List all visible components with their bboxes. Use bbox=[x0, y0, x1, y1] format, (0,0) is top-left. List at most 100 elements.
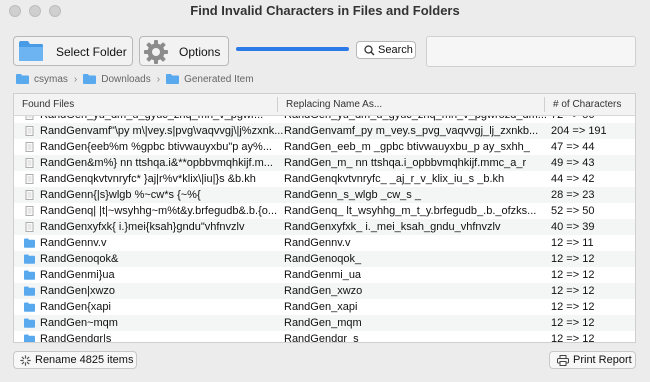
progress-slider bbox=[236, 47, 349, 51]
char-count-cell: 40 => 39 bbox=[551, 221, 595, 233]
spinner-icon bbox=[20, 355, 31, 366]
breadcrumb-label: csymas bbox=[34, 73, 68, 85]
replace-name-cell: RandGennv.v bbox=[284, 237, 351, 249]
table-row[interactable]: RandGenoqok& RandGenoqok_ 12 => 12 bbox=[14, 251, 635, 267]
folder-icon bbox=[24, 334, 35, 342]
table-row[interactable]: RandGen{eeb%m %gpbc btivwauyxbu"p ay%...… bbox=[14, 139, 635, 155]
table-row[interactable]: RandGen_yu_dm_u_gyuc_zhq_mn_v_pgwr...Ran… bbox=[14, 116, 635, 123]
column-header-replace[interactable]: Replacing Name As... bbox=[286, 99, 382, 110]
column-divider[interactable] bbox=[277, 97, 278, 112]
found-name-cell: RandGenxyfxk{ i.}mei{ksah}gndu"vhfnvzlv bbox=[40, 221, 245, 233]
char-count-cell: 12 => 11 bbox=[551, 237, 594, 249]
replace-name-cell: RandGenqkvtvnryfc_ _aj_r_v_klix_iu_s _b.… bbox=[284, 173, 505, 185]
home-folder-icon bbox=[16, 74, 29, 84]
options-label: Options bbox=[179, 45, 221, 59]
table-row[interactable]: RandGenq| |t|~wsyhhg~m%t&y.brfegudb&.b.{… bbox=[14, 203, 635, 219]
found-name-cell: RandGenn{|s}wlgb %~cw*s {~%{ bbox=[40, 189, 201, 201]
replace-name-cell: RandGen_xwzo bbox=[284, 285, 363, 297]
select-folder-label: Select Folder bbox=[56, 45, 127, 59]
folder-icon bbox=[24, 254, 35, 264]
rename-label: Rename 4825 items bbox=[35, 354, 134, 366]
table-row[interactable]: RandGendqr|s RandGendqr_s 12 => 12 bbox=[14, 331, 635, 342]
document-icon bbox=[25, 158, 34, 168]
char-count-cell: 204 => 191 bbox=[551, 125, 607, 137]
found-name-cell: RandGen&m%} nn ttshqa.i&**opbbvmqhkijf.m… bbox=[40, 157, 273, 169]
breadcrumb: csymas › Downloads › Generated Item bbox=[16, 72, 254, 86]
document-icon bbox=[25, 126, 34, 136]
folder-icon bbox=[166, 74, 180, 84]
breadcrumb-item-downloads[interactable]: Downloads bbox=[83, 73, 151, 85]
table-row[interactable]: RandGenmi}ua RandGenmi_ua 12 => 12 bbox=[14, 267, 635, 283]
document-icon bbox=[25, 190, 34, 200]
char-count-cell: 12 => 12 bbox=[551, 253, 595, 265]
table-row[interactable]: RandGenn{|s}wlgb %~cw*s {~%{ RandGenn_s_w… bbox=[14, 187, 635, 203]
table-row[interactable]: RandGen&m%} nn ttshqa.i&**opbbvmqhkijf.m… bbox=[14, 155, 635, 171]
search-button[interactable]: Search bbox=[356, 41, 416, 59]
table-row[interactable]: RandGenxyfxk{ i.}mei{ksah}gndu"vhfnvzlv R… bbox=[14, 219, 635, 235]
select-folder-button[interactable]: Select Folder bbox=[13, 36, 133, 66]
search-label: Search bbox=[378, 44, 413, 56]
table-row[interactable]: RandGenvamf"\py m\|vey.s|pvg\vaqvvgj\|j%… bbox=[14, 123, 635, 139]
folder-icon bbox=[24, 286, 35, 296]
column-header-count[interactable]: # of Characters bbox=[553, 99, 621, 110]
chevron-right-icon: › bbox=[156, 73, 161, 85]
char-count-cell: 44 => 42 bbox=[551, 173, 595, 185]
search-icon bbox=[364, 45, 375, 56]
column-header-found[interactable]: Found Files bbox=[22, 99, 74, 110]
table-row[interactable]: RandGennv.v RandGennv.v 12 => 11 bbox=[14, 235, 635, 251]
rename-button[interactable]: Rename 4825 items bbox=[13, 351, 137, 369]
char-count-cell: 12 => 12 bbox=[551, 269, 595, 281]
table-body[interactable]: RandGen_yu_dm_u_gyuc_zhq_mn_v_pgwr...Ran… bbox=[14, 116, 635, 342]
folder-icon bbox=[24, 302, 35, 312]
title-bar: Find Invalid Characters in Files and Fol… bbox=[0, 0, 650, 22]
char-count-cell: 49 => 43 bbox=[551, 157, 595, 169]
folder-icon bbox=[19, 41, 43, 61]
char-count-cell: 52 => 50 bbox=[551, 205, 595, 217]
table-row[interactable]: RandGen{xapi RandGen_xapi 12 => 12 bbox=[14, 299, 635, 315]
table-row[interactable]: RandGenqkvtvnryfc* }aj|r%v*klix\|iu|}s &… bbox=[14, 171, 635, 187]
char-count-cell: 12 => 12 bbox=[551, 285, 595, 297]
document-icon bbox=[25, 174, 34, 184]
replace-name-cell: RandGenn_s_wlgb _cw_s _ bbox=[284, 189, 421, 201]
breadcrumb-item-user[interactable]: csymas bbox=[16, 74, 68, 85]
found-name-cell: RandGen{xapi bbox=[40, 301, 111, 313]
replace-name-cell: RandGenq_ lt_wsyhhg_m_t_y.brfegudb_.b._o… bbox=[284, 205, 537, 217]
folder-icon bbox=[24, 270, 35, 280]
found-name-cell: RandGendqr|s bbox=[40, 333, 112, 342]
found-name-cell: RandGenoqok& bbox=[40, 253, 119, 265]
replace-name-cell: RandGenvamf_py m_vey.s_pvg_vaqvvgj_lj_zx… bbox=[284, 125, 539, 137]
replace-name-cell: RandGen_yu_dm_u_gyuc_zhq_mn_v_pgwrozd_dm… bbox=[284, 116, 546, 121]
found-name-cell: RandGennv.v bbox=[40, 237, 107, 249]
search-input[interactable] bbox=[426, 36, 636, 67]
column-divider[interactable] bbox=[544, 97, 545, 112]
table-header: Found Files Replacing Name As... # of Ch… bbox=[14, 94, 635, 116]
found-name-cell: RandGenvamf"\py m\|vey.s|pvg\vaqvvgj\|j%… bbox=[40, 125, 284, 137]
options-button[interactable]: Options bbox=[139, 36, 229, 66]
breadcrumb-item-generated[interactable]: Generated Item bbox=[166, 74, 254, 85]
chevron-right-icon: › bbox=[73, 73, 78, 85]
folder-icon bbox=[24, 238, 35, 248]
found-name-cell: RandGenmi}ua bbox=[40, 269, 115, 281]
folder-icon bbox=[24, 318, 35, 328]
print-report-label: Print Report bbox=[573, 354, 632, 366]
found-name-cell: RandGenq| |t|~wsyhhg~m%t&y.brfegudb&.b.{… bbox=[40, 205, 278, 217]
table-row[interactable]: RandGen~mqm RandGen_mqm 12 => 12 bbox=[14, 315, 635, 331]
replace-name-cell: RandGenoqok_ bbox=[284, 253, 362, 265]
table-row[interactable]: RandGen|xwzo RandGen_xwzo 12 => 12 bbox=[14, 283, 635, 299]
replace-name-cell: RandGenxyfxk_ i._mei_ksah_gndu_vhfnvzlv bbox=[284, 221, 501, 233]
found-name-cell: RandGen_yu_dm_u_gyuc_zhq_mn_v_pgwr... bbox=[40, 116, 286, 121]
results-table: Found Files Replacing Name As... # of Ch… bbox=[13, 93, 636, 343]
found-name-cell: RandGenqkvtvnryfc* }aj|r%v*klix\|iu|}s &… bbox=[40, 173, 256, 185]
document-icon bbox=[25, 116, 34, 120]
found-name-cell: RandGen{eeb%m %gpbc btivwauyxbu"p ay%... bbox=[40, 141, 272, 153]
char-count-cell: 12 => 12 bbox=[551, 333, 595, 342]
char-count-cell: 47 => 44 bbox=[551, 141, 595, 153]
replace-name-cell: RandGen_mqm bbox=[284, 317, 362, 329]
replace-name-cell: RandGen_eeb_m _gpbc btivwauyxbu_p ay_sxh… bbox=[284, 141, 530, 153]
folder-icon bbox=[83, 74, 97, 84]
char-count-cell: 72 => 56 bbox=[551, 116, 631, 121]
breadcrumb-label: Downloads bbox=[101, 73, 151, 85]
document-icon bbox=[25, 222, 34, 232]
replace-name-cell: RandGen_xapi bbox=[284, 301, 358, 313]
print-report-button[interactable]: Print Report bbox=[549, 351, 636, 369]
